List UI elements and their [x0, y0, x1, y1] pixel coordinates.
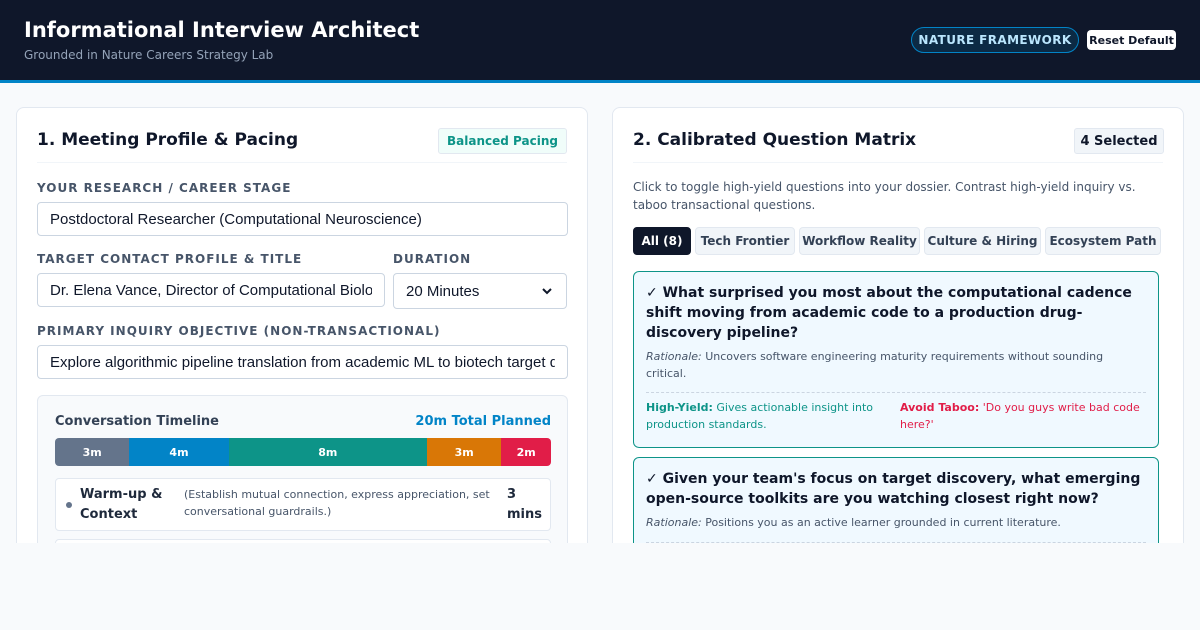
matrix-help-text: Click to toggle high-yield questions int…: [633, 180, 1136, 212]
pacing-badge: Balanced Pacing: [438, 128, 567, 154]
question-text: ✓ Given your team's focus on target disc…: [646, 471, 1141, 507]
question-matrix-title: 2. Calibrated Question Matrix: [633, 130, 917, 150]
tab-tech-frontier[interactable]: Tech Frontier: [695, 227, 795, 255]
framework-badge[interactable]: NATURE FRAMEWORK: [911, 27, 1079, 53]
timeline-segment: 3m: [55, 438, 130, 466]
phase-duration: 3 mins: [507, 487, 542, 522]
question-separator: [646, 392, 1146, 393]
app-header: Informational Interview Architect Ground…: [0, 0, 1200, 83]
timeline-title: Conversation Timeline: [55, 414, 219, 429]
timeline-segment: 3m: [426, 438, 502, 466]
rationale-text: Uncovers software engineering maturity r…: [646, 350, 1104, 380]
tab-all[interactable]: All (8): [633, 227, 691, 255]
timeline-segment: 8m: [228, 438, 427, 466]
question-separator: [646, 542, 1146, 543]
rationale-label: Rationale:: [646, 350, 702, 363]
timeline-segment: 4m: [129, 438, 229, 466]
question-rationale: Rationale: Positions you as an active le…: [646, 514, 1146, 531]
question-rationale: Rationale: Uncovers software engineering…: [646, 348, 1146, 382]
question-card[interactable]: ✓ Given your team's focus on target disc…: [633, 457, 1159, 543]
main-content: 1. Meeting Profile & Pacing Balanced Pac…: [0, 83, 1200, 543]
selected-count-badge: 4 Selected: [1074, 128, 1164, 154]
objective-label: PRIMARY INQUIRY OBJECTIVE (NON-TRANSACTI…: [37, 324, 441, 338]
timeline-bar: 3m 4m 8m 3m 2m: [55, 438, 551, 466]
reset-default-button[interactable]: Reset Default: [1087, 30, 1176, 50]
timeline-total: 20m Total Planned: [415, 414, 551, 429]
tab-culture-hiring[interactable]: Culture & Hiring: [924, 227, 1041, 255]
panel-divider: [37, 162, 567, 163]
rationale-text: Positions you as an active learner groun…: [705, 516, 1061, 529]
contact-profile-label: TARGET CONTACT PROFILE & TITLE: [37, 252, 303, 266]
rationale-label: Rationale:: [646, 516, 702, 529]
timeline-segment: 2m: [501, 438, 551, 466]
meeting-profile-title: 1. Meeting Profile & Pacing: [37, 130, 299, 150]
taboo-label: Avoid Taboo:: [900, 401, 980, 414]
career-stage-input[interactable]: [37, 202, 568, 236]
app-title: Informational Interview Architect: [24, 18, 420, 42]
phase-card[interactable]: [55, 539, 551, 543]
tab-ecosystem-path[interactable]: Ecosystem Path: [1045, 227, 1161, 255]
chevron-down-icon: [542, 288, 552, 295]
meeting-profile-panel: 1. Meeting Profile & Pacing Balanced Pac…: [16, 107, 588, 543]
objective-input[interactable]: [37, 345, 568, 379]
panel-divider: [633, 162, 1163, 163]
tab-workflow-reality[interactable]: Workflow Reality: [799, 227, 920, 255]
high-yield-label: High-Yield:: [646, 401, 713, 414]
phase-name: Warm-up & Context: [80, 487, 163, 522]
career-stage-label: YOUR RESEARCH / CAREER STAGE: [37, 181, 292, 195]
duration-select[interactable]: 20 Minutes: [393, 273, 567, 309]
question-card[interactable]: ✓ What surprised you most about the comp…: [633, 271, 1159, 448]
contact-profile-input[interactable]: [37, 273, 385, 307]
high-yield-note: High-Yield: Gives actionable insight int…: [646, 399, 890, 433]
duration-label: DURATION: [393, 252, 472, 266]
phase-description: (Establish mutual connection, express ap…: [184, 488, 490, 518]
phase-card[interactable]: Warm-up & Context (Establish mutual conn…: [55, 478, 551, 531]
conversation-timeline: Conversation Timeline 20m Total Planned …: [37, 395, 568, 543]
taboo-note: Avoid Taboo: 'Do you guys write bad code…: [900, 399, 1152, 433]
question-text: ✓ What surprised you most about the comp…: [646, 285, 1132, 341]
duration-select-value: 20 Minutes: [406, 282, 480, 300]
phase-dot: [66, 502, 72, 508]
question-matrix-panel: 2. Calibrated Question Matrix 4 Selected…: [612, 107, 1184, 543]
app-subtitle: Grounded in Nature Careers Strategy Lab: [24, 48, 274, 62]
